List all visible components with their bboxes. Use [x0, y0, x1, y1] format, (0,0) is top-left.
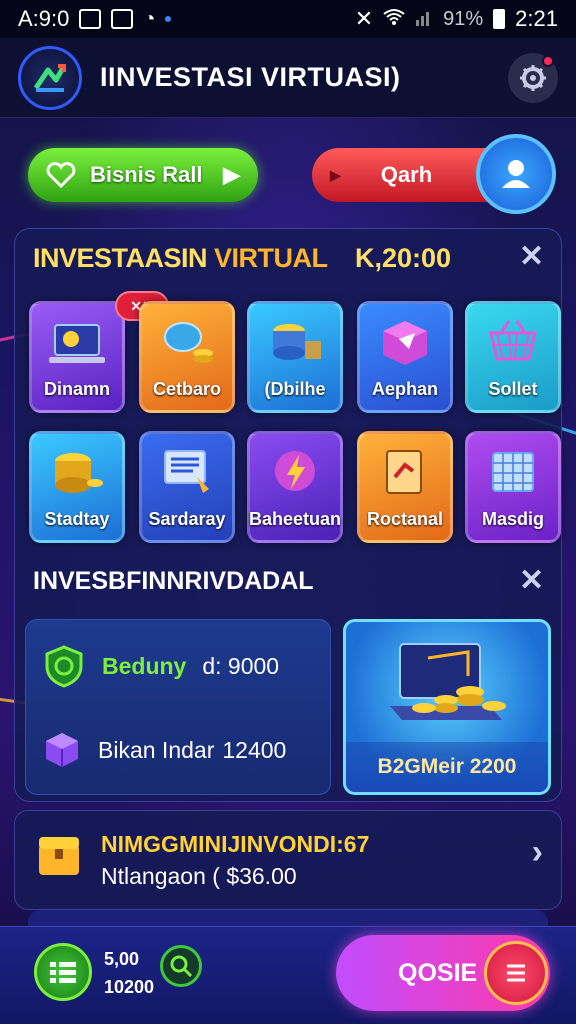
- tile-10[interactable]: Masdig: [465, 431, 561, 543]
- signal-icon: [415, 6, 433, 32]
- cta-menu-icon-button[interactable]: [484, 941, 548, 1005]
- play-icon: ▶: [330, 166, 341, 183]
- basket-icon: [489, 320, 537, 361]
- tile-label: Sardaray: [148, 509, 226, 529]
- tile-label: Baheetuan: [248, 509, 342, 529]
- calendar-icon: [492, 452, 534, 492]
- tile-label: Aephan: [371, 379, 438, 399]
- battery-percent: 91%: [443, 7, 484, 30]
- status-time-left: A:9:0: [18, 6, 70, 31]
- tile-8[interactable]: Baheetuan: [247, 431, 343, 543]
- tile-label: (Dbilhe: [264, 379, 326, 399]
- promo-title: NIMGGMINIJINVONDI:67: [101, 831, 370, 857]
- balance-value-2: 12400: [222, 736, 287, 763]
- portfolio-card[interactable]: B2GMeir 2200: [343, 619, 551, 795]
- status-bar: A:9:0 ◔ ✕ 91% 2:21: [0, 0, 576, 38]
- page-title: IINVESTASI VIRTUASI): [100, 62, 401, 92]
- business-button-label: Bisnis Rall: [90, 162, 203, 187]
- chat-icon: ◔: [143, 7, 156, 30]
- bottom-stats: 5,00 10200: [104, 945, 154, 1001]
- laptop-icon: [49, 324, 105, 363]
- coin-stack-icon: [273, 324, 321, 360]
- close-panel-icon[interactable]: ✕: [519, 239, 544, 274]
- menu-lines-icon: [507, 964, 525, 982]
- balance-card[interactable]: Beduny d: 9000 Bikan Indar 12400: [25, 619, 331, 795]
- settings-button[interactable]: [508, 52, 558, 103]
- play-icon: ▶: [223, 162, 240, 187]
- search-button[interactable]: [160, 945, 202, 987]
- tile-4[interactable]: Aephan: [357, 301, 453, 413]
- portfolio-caption: B2GMeir 2200: [346, 742, 548, 792]
- menu-button[interactable]: [34, 943, 92, 1001]
- tile-label: Sollet: [488, 379, 538, 399]
- gallery-icon: [79, 9, 102, 29]
- tile-label: Masdig: [481, 509, 544, 529]
- laptop-coins-illustration: [390, 643, 506, 720]
- notification-badge: [542, 54, 554, 67]
- coins-icon: [164, 322, 213, 363]
- treasure-box-icon: [39, 837, 79, 875]
- panel-title-part1: INVESTAASIN: [33, 243, 208, 273]
- section-title: INVESBFINNRIVDADAL: [33, 567, 314, 595]
- tile-1[interactable]: Dinamn: [29, 301, 125, 413]
- tile-7[interactable]: Sardaray: [139, 431, 235, 543]
- tile-label: Dinamn: [43, 379, 110, 399]
- primary-cta-label: QOSIE: [398, 958, 478, 987]
- business-button[interactable]: Bisnis Rall ▶: [28, 148, 258, 202]
- investment-panel: INVESTAASIN VIRTUAL K,20:00 ✕ Dinamn ✕✕ …: [14, 228, 562, 802]
- cube-icon: [46, 733, 78, 767]
- stat-1: 5,00: [104, 949, 140, 969]
- gold-coins-icon: [55, 453, 103, 493]
- tile-9[interactable]: Roctanal: [357, 431, 453, 543]
- tile-5[interactable]: Sollet: [465, 301, 561, 413]
- promo-subtitle: Ntlangaon ( $36.00: [101, 863, 297, 890]
- monitor-icon: [164, 450, 209, 493]
- nfc-icon: ✕: [354, 6, 374, 31]
- tile-3[interactable]: (Dbilhe: [247, 301, 343, 413]
- status-clock: 2:21: [515, 6, 558, 31]
- chevron-right-icon[interactable]: ›: [532, 833, 543, 872]
- tile-label: Stadtay: [44, 509, 110, 529]
- user-icon: [502, 160, 530, 188]
- tile-label: Cetbaro: [152, 379, 221, 399]
- gear-icon: [520, 64, 546, 91]
- tile-6[interactable]: Stadtay: [29, 431, 125, 543]
- tile-label: Roctanal: [366, 509, 444, 529]
- balance-label: Beduny: [102, 652, 187, 679]
- panel-title-part2: VIRTUAL: [214, 243, 328, 273]
- bottom-bar: 5,00 10200 QOSIE: [0, 926, 576, 1024]
- promo-card[interactable]: NIMGGMINIJINVONDI:67 Ntlangaon ( $36.00 …: [14, 810, 562, 910]
- quick-action-label: Qarh: [380, 162, 433, 187]
- cube-icon: [383, 321, 427, 365]
- panel-title: INVESTAASIN VIRTUAL: [33, 243, 328, 274]
- app-logo-icon[interactable]: [18, 45, 82, 110]
- balance-row-1: Beduny d: 9000: [42, 644, 279, 688]
- balance-row-2: Bikan Indar 12400: [42, 730, 286, 770]
- app-header: IINVESTASI VIRTUASI): [0, 38, 576, 118]
- battery-icon: [493, 9, 506, 29]
- promo-subtitle-text: Ntlangaon (: [101, 863, 220, 889]
- document-icon: [386, 450, 422, 494]
- panel-amount: K,20:00: [355, 243, 452, 273]
- notification-dot-icon: [165, 16, 172, 22]
- tile-2[interactable]: Cetbaro: [139, 301, 235, 413]
- promo-value: $36.00: [226, 863, 297, 889]
- wifi-icon: [383, 6, 405, 32]
- close-section-icon[interactable]: ✕: [519, 563, 544, 598]
- shield-icon: [45, 645, 83, 688]
- stat-2: 10200: [104, 977, 155, 997]
- heart-icon: [46, 162, 76, 188]
- balance-value: d: 9000: [202, 652, 280, 679]
- balance-label-2: Bikan Indar: [98, 736, 215, 763]
- lightning-icon: [275, 451, 315, 491]
- no-notification-icon: [111, 9, 134, 29]
- list-icon: [50, 962, 76, 983]
- profile-avatar-button[interactable]: [476, 134, 556, 214]
- search-icon: [170, 955, 193, 978]
